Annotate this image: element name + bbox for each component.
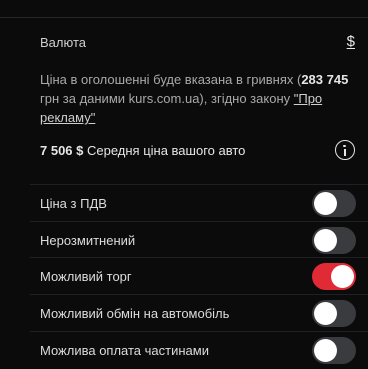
option-label: Можливий торг [40, 269, 132, 284]
toggle-knob [331, 265, 354, 288]
toggle-knob [314, 302, 337, 325]
average-price-value: 7 506 $ [40, 143, 84, 158]
option-row-bargain[interactable]: Можливий торг [0, 258, 368, 295]
option-row-installments[interactable]: Можлива оплата частинами [0, 332, 368, 369]
option-label: Нерозмитнений [40, 233, 136, 248]
vat-toggle[interactable] [312, 190, 356, 217]
note-amount: 283 745 [301, 72, 349, 87]
currency-row[interactable]: Валюта $ [0, 24, 368, 60]
uncleared-toggle[interactable] [312, 227, 356, 254]
currency-label: Валюта [40, 35, 86, 50]
option-label: Можливий обмін на автомобіль [40, 306, 230, 321]
currency-value[interactable]: $ [347, 33, 355, 50]
bargain-toggle[interactable] [312, 263, 356, 290]
info-icon[interactable] [335, 140, 355, 160]
average-price-label: Середня ціна вашого авто [83, 143, 246, 158]
note-prefix: Ціна в оголошенні буде вказана в гривнях… [40, 72, 302, 87]
average-price: 7 506 $ Середня ціна вашого авто [40, 143, 245, 158]
toggle-knob [314, 229, 337, 252]
option-label: Ціна з ПДВ [40, 196, 107, 211]
option-row-uncleared[interactable]: Нерозмитнений [0, 222, 368, 259]
installments-toggle[interactable] [312, 337, 356, 364]
option-label: Можлива оплата частинами [40, 343, 209, 358]
option-row-vat[interactable]: Ціна з ПДВ [0, 185, 368, 222]
toggle-knob [314, 192, 337, 215]
currency-note: Ціна в оголошенні буде вказана в гривнях… [40, 70, 358, 127]
exchange-toggle[interactable] [312, 300, 356, 327]
toggle-knob [314, 339, 337, 362]
top-divider [0, 17, 368, 18]
note-middle: грн за даними kurs.com.ua), згідно закон… [40, 91, 294, 106]
option-row-exchange[interactable]: Можливий обмін на автомобіль [0, 295, 368, 332]
